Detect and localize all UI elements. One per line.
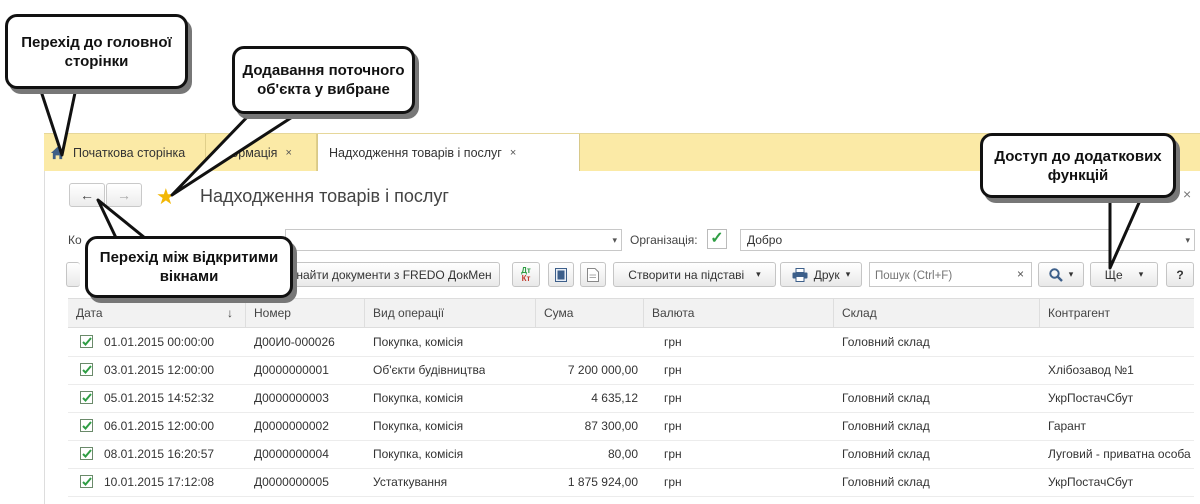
callout-more: Доступ до додаткових функцій [980,133,1176,198]
callout-favorite-text: Додавання поточного об'єкта у вибране [242,62,405,98]
callout-home-text: Перехід до головної сторінки [21,33,172,70]
callout-windows-text: Перехід між відкритими вікнами [99,249,279,285]
callout-favorite: Додавання поточного об'єкта у вибране [232,46,415,114]
callout-home: Перехід до головної сторінки [5,14,188,89]
callout-more-text: Доступ до додаткових функцій [994,147,1162,184]
callout-windows: Перехід між відкритими вікнами [85,236,293,298]
